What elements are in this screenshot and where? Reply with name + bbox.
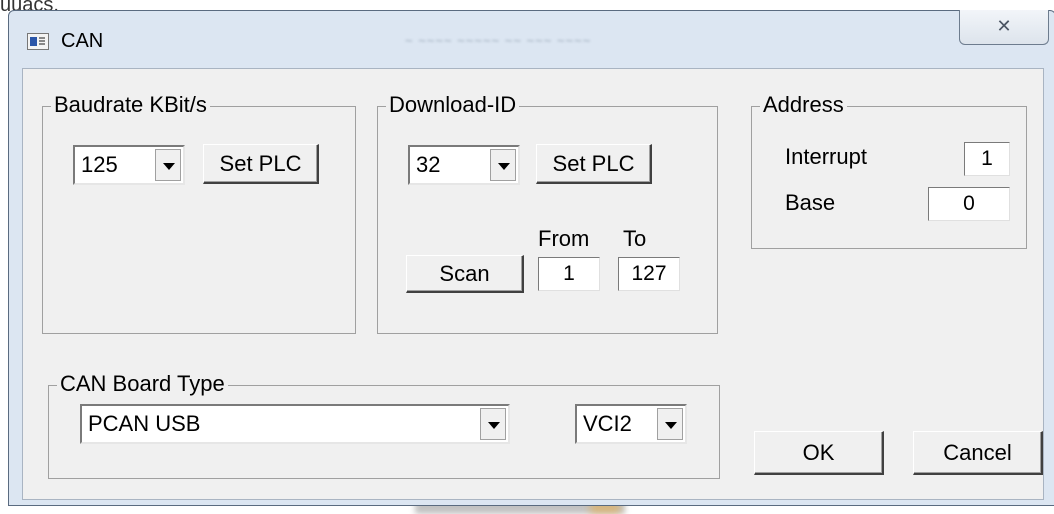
baudrate-value: 125 [81,152,118,177]
scan-to-field[interactable]: 127 [618,257,680,291]
baudrate-group: Baudrate KBit/s 125 Set PLC [42,93,356,334]
interrupt-field[interactable]: 1 [964,142,1010,176]
board-type-value: PCAN USB [88,411,201,436]
board-type-combo[interactable]: PCAN USB [80,404,510,444]
baudrate-group-label: Baudrate KBit/s [51,93,210,117]
title-bar[interactable]: CAN ~ ~~~~ ~~~~~ ~~ ~~~ ~~~~ ✕ [9,10,1054,65]
from-label: From [538,226,590,251]
to-label: To [623,226,647,251]
baudrate-combo[interactable]: 125 [73,145,185,185]
base-field[interactable]: 0 [928,187,1010,221]
download-id-value: 32 [416,152,441,177]
blurred-background-title: ~ ~~~~ ~~~~~ ~~ ~~~ ~~~~ [405,33,592,48]
scan-from-field[interactable]: 1 [538,257,600,291]
download-id-combo[interactable]: 32 [408,145,520,185]
chevron-down-icon[interactable] [490,149,516,181]
can-board-type-group-label: CAN Board Type [57,372,228,396]
window-title: CAN [61,30,104,52]
address-group-label: Address [760,93,847,117]
address-group: Address Interrupt 1 Base 0 [751,93,1027,249]
can-app-icon [27,33,49,50]
interrupt-label: Interrupt [785,144,867,169]
chevron-down-icon[interactable] [155,149,181,181]
dialog-client-area: Baudrate KBit/s 125 Set PLC Download-ID … [22,68,1044,500]
close-icon: ✕ [996,16,1012,36]
chevron-down-icon[interactable] [657,408,683,440]
ok-button[interactable]: OK [754,431,884,475]
can-board-type-group: CAN Board Type PCAN USB VCI2 [48,372,720,479]
download-id-group-label: Download-ID [386,93,520,117]
driver-combo[interactable]: VCI2 [575,404,687,444]
scan-button[interactable]: Scan [406,255,524,293]
close-button[interactable]: ✕ [959,10,1049,45]
download-id-set-plc-button[interactable]: Set PLC [536,144,652,184]
baudrate-set-plc-button[interactable]: Set PLC [203,144,319,184]
base-label: Base [785,190,836,215]
download-id-group: Download-ID 32 Set PLC From To Scan 1 12… [377,93,718,334]
chevron-down-icon[interactable] [480,408,506,440]
driver-value: VCI2 [583,411,632,436]
cancel-button[interactable]: Cancel [913,431,1043,475]
can-dialog-window: CAN ~ ~~~~ ~~~~~ ~~ ~~~ ~~~~ ✕ Baudrate … [8,10,1054,506]
